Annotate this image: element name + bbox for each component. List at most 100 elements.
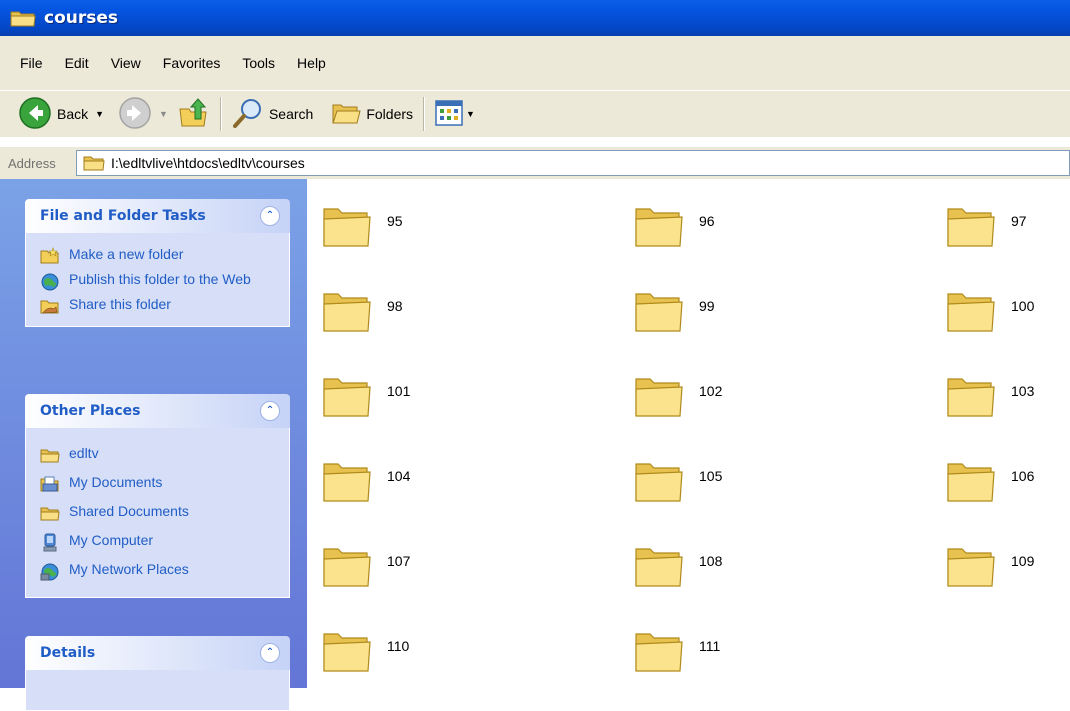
address-bar: Address I:\edltvlive\htdocs\edltv\course… [0,146,1070,179]
address-field[interactable]: I:\edltvlive\htdocs\edltv\courses [76,150,1070,176]
views-dropdown-icon[interactable]: ▼ [466,109,475,119]
place-network-link[interactable]: My Network Places [26,558,289,583]
file-folder-tasks-panel: File and Folder Tasks ⌃ Make a new folde… [25,199,290,327]
views-button[interactable]: ▼ [431,95,479,133]
folder-item[interactable]: 102 [633,369,722,421]
menu-tools[interactable]: Tools [231,55,286,71]
panel-header[interactable]: Details ⌃ [25,636,290,670]
documents-icon [40,475,60,493]
folder-name: 101 [387,383,411,399]
folder-item[interactable]: 96 [633,199,715,251]
collapse-chevron-icon[interactable]: ⌃ [260,401,280,421]
folder-icon [321,454,373,506]
collapse-chevron-icon[interactable]: ⌃ [260,643,280,663]
back-button[interactable]: Back ▼ [14,95,108,133]
folder-icon [633,369,685,421]
folder-item[interactable]: 111 [633,624,720,676]
folders-button[interactable]: Folders [327,95,417,133]
panel-title: Details [40,645,96,661]
folder-icon [945,199,997,251]
folder-icon [633,284,685,336]
folder-name: 102 [699,383,723,399]
folder-icon [83,154,105,172]
panel-header[interactable]: File and Folder Tasks ⌃ [25,199,290,233]
folder-icon [945,539,997,591]
search-icon [232,97,264,132]
place-my-documents-link[interactable]: My Documents [26,471,289,500]
folder-icon [321,624,373,676]
details-panel: Details ⌃ [25,636,290,711]
place-my-computer-link[interactable]: My Computer [26,529,289,558]
menu-help[interactable]: Help [286,55,337,71]
folder-name: 104 [387,468,411,484]
folder-item[interactable]: 110 [321,624,409,676]
place-label: My Documents [69,474,163,490]
folders-label: Folders [366,106,414,122]
address-value: I:\edltvlive\htdocs\edltv\courses [111,155,305,171]
folder-item[interactable]: 101 [321,369,410,421]
folder-name: 110 [387,638,410,654]
place-label: edltv [69,445,99,461]
panel-body: Make a new folder Publish this folder to… [25,233,290,327]
panel-header[interactable]: Other Places ⌃ [25,394,290,428]
folder-item[interactable]: 107 [321,539,410,591]
folder-name: 107 [387,553,411,569]
forward-button[interactable]: ▼ [114,95,172,133]
folder-item[interactable]: 106 [945,454,1034,506]
network-places-icon [40,562,60,581]
publish-folder-link[interactable]: Publish this folder to the Web [26,268,289,293]
place-edltv-link[interactable]: edltv [26,442,289,471]
menu-file[interactable]: File [0,55,54,71]
folder-item[interactable]: 100 [945,284,1034,336]
place-label: My Network Places [69,561,189,577]
folder-name: 100 [1011,298,1035,314]
task-label: Make a new folder [69,246,184,262]
folder-name: 96 [699,213,715,229]
collapse-chevron-icon[interactable]: ⌃ [260,206,280,226]
folders-icon [331,99,361,130]
folder-item[interactable]: 98 [321,284,403,336]
menu-view[interactable]: View [100,55,152,71]
folder-name: 105 [699,468,723,484]
back-dropdown-icon[interactable]: ▼ [95,109,104,119]
forward-dropdown-icon[interactable]: ▼ [159,109,168,119]
folder-item[interactable]: 99 [633,284,715,336]
panel-title: Other Places [40,403,141,419]
share-folder-link[interactable]: Share this folder [26,293,289,318]
folder-icon [945,284,997,336]
folder-up-icon [178,97,210,132]
menu-edit[interactable]: Edit [54,55,100,71]
other-places-panel: Other Places ⌃ edltv My Documents Shared… [25,394,290,598]
panel-body: edltv My Documents Shared Documents My C… [25,428,290,598]
folder-item[interactable]: 109 [945,539,1034,591]
folder-icon [321,284,373,336]
folder-view: 95 96 97 98 99 100 101 102 103 104 105 106 107 108 109… [307,179,1070,688]
folder-icon [945,369,997,421]
folder-name: 98 [387,298,403,314]
folder-name: 99 [699,298,715,314]
folder-icon [321,539,373,591]
folder-item[interactable]: 105 [633,454,722,506]
make-new-folder-link[interactable]: Make a new folder [26,243,289,268]
folder-item[interactable]: 108 [633,539,722,591]
folder-name: 106 [1011,468,1035,484]
place-shared-documents-link[interactable]: Shared Documents [26,500,289,529]
window-title: courses [44,8,119,28]
task-label: Share this folder [69,296,171,312]
folder-name: 109 [1011,553,1035,569]
menu-favorites[interactable]: Favorites [152,55,232,71]
folder-item[interactable]: 97 [945,199,1027,251]
folder-name: 97 [1011,213,1027,229]
folder-icon [945,454,997,506]
place-label: My Computer [69,532,154,548]
folder-icon [321,369,373,421]
folder-item[interactable]: 103 [945,369,1034,421]
up-button[interactable] [174,95,214,133]
task-label: Publish this folder to the Web [69,271,251,287]
place-label: Shared Documents [69,503,189,519]
new-folder-icon [40,247,60,265]
folder-item[interactable]: 95 [321,199,403,251]
folder-item[interactable]: 104 [321,454,410,506]
search-button[interactable]: Search [228,95,317,133]
folder-icon [40,446,60,464]
